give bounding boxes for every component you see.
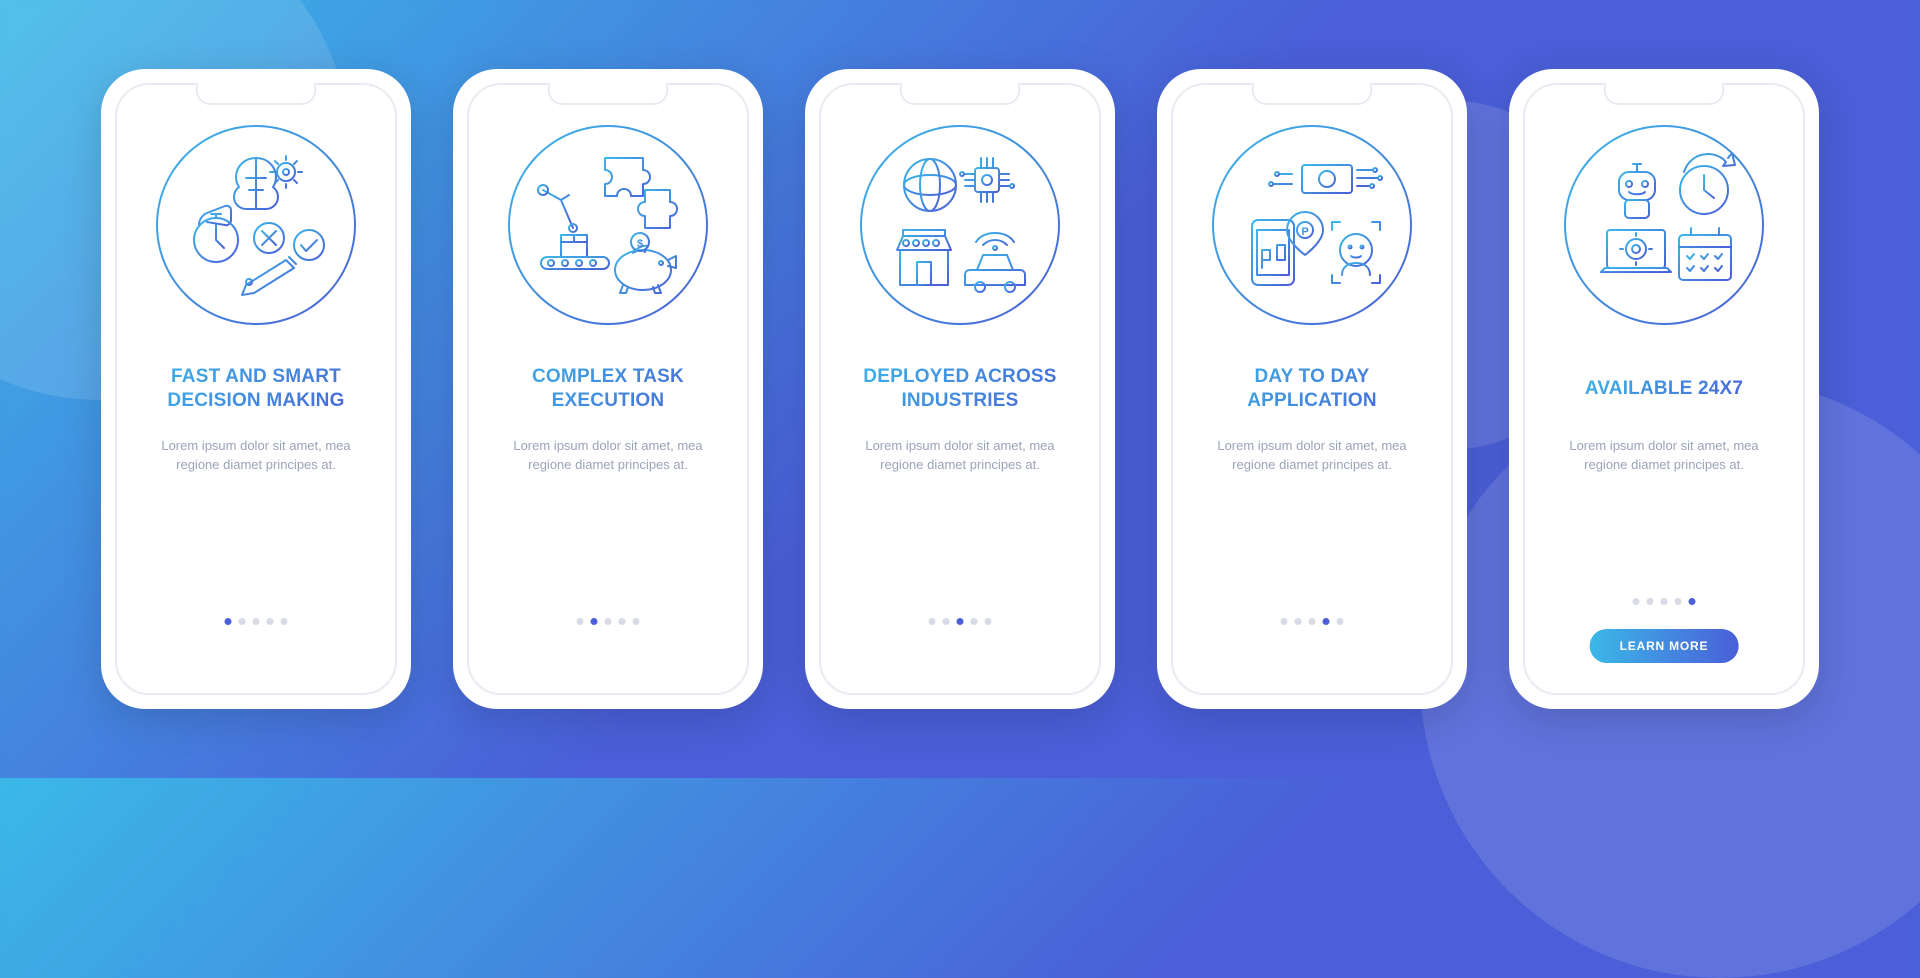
onboarding-title: DAY TO DAY APPLICATION: [1191, 365, 1433, 413]
pagination-dot[interactable]: [225, 618, 232, 625]
phone-notch: [1252, 83, 1372, 105]
pagination-dot[interactable]: [1309, 618, 1316, 625]
phone-frame: AVAILABLE 24X7 Lorem ipsum dolor sit ame…: [1509, 69, 1819, 709]
onboarding-title: COMPLEX TASK EXECUTION: [487, 365, 729, 413]
pagination-dot[interactable]: [605, 618, 612, 625]
onboarding-title: FAST AND SMART DECISION MAKING: [135, 365, 377, 413]
onboarding-title: AVAILABLE 24X7: [1585, 365, 1743, 413]
pagination-dot[interactable]: [619, 618, 626, 625]
phone-screen: P DAY TO DAY APPLICATION Lorem ipsum dol…: [1171, 83, 1453, 695]
pagination-dot[interactable]: [943, 618, 950, 625]
pagination-dot[interactable]: [633, 618, 640, 625]
svg-text:$: $: [637, 238, 643, 250]
pagination-dots: [1633, 598, 1696, 605]
phone-screen: $ COMPLEX TASK EXECUTION Lorem ipsum dol…: [467, 83, 749, 695]
pagination-dot[interactable]: [239, 618, 246, 625]
pagination-dot[interactable]: [971, 618, 978, 625]
svg-text:P: P: [1301, 226, 1308, 238]
onboarding-description: Lorem ipsum dolor sit amet, mea regione …: [1191, 437, 1433, 475]
pagination-dot[interactable]: [1661, 598, 1668, 605]
phone-screen: DEPLOYED ACROSS INDUSTRIES Lorem ipsum d…: [819, 83, 1101, 695]
phone-notch: [900, 83, 1020, 105]
phone-frame: FAST AND SMART DECISION MAKING Lorem ips…: [101, 69, 411, 709]
pagination-dot[interactable]: [281, 618, 288, 625]
pagination-dot[interactable]: [267, 618, 274, 625]
onboarding-illustration: $: [498, 115, 718, 335]
daily-application-icon: P: [1217, 130, 1407, 320]
pagination-dot[interactable]: [1633, 598, 1640, 605]
pagination-dots: [929, 618, 992, 625]
pagination-dots: [225, 618, 288, 625]
pagination-dots: [1281, 618, 1344, 625]
available-247-icon: [1569, 130, 1759, 320]
onboarding-description: Lorem ipsum dolor sit amet, mea regione …: [487, 437, 729, 475]
onboarding-title: DEPLOYED ACROSS INDUSTRIES: [839, 365, 1081, 413]
pagination-dot[interactable]: [577, 618, 584, 625]
pagination-dot[interactable]: [985, 618, 992, 625]
phones-container: FAST AND SMART DECISION MAKING Lorem ips…: [101, 69, 1819, 709]
phone-frame: $ COMPLEX TASK EXECUTION Lorem ipsum dol…: [453, 69, 763, 709]
onboarding-illustration: [1554, 115, 1774, 335]
onboarding-illustration: P: [1202, 115, 1422, 335]
phone-frame: P DAY TO DAY APPLICATION Lorem ipsum dol…: [1157, 69, 1467, 709]
learn-more-button[interactable]: LEARN MORE: [1590, 629, 1739, 663]
phone-notch: [196, 83, 316, 105]
pagination-dot[interactable]: [1647, 598, 1654, 605]
phone-notch: [548, 83, 668, 105]
phone-frame: DEPLOYED ACROSS INDUSTRIES Lorem ipsum d…: [805, 69, 1115, 709]
pagination-dot[interactable]: [1337, 618, 1344, 625]
pagination-dot[interactable]: [957, 618, 964, 625]
pagination-dot[interactable]: [1689, 598, 1696, 605]
onboarding-description: Lorem ipsum dolor sit amet, mea regione …: [135, 437, 377, 475]
phone-screen: AVAILABLE 24X7 Lorem ipsum dolor sit ame…: [1523, 83, 1805, 695]
phone-notch: [1604, 83, 1724, 105]
pagination-dot[interactable]: [929, 618, 936, 625]
onboarding-description: Lorem ipsum dolor sit amet, mea regione …: [1543, 437, 1785, 475]
decision-making-icon: [161, 130, 351, 320]
pagination-dot[interactable]: [1281, 618, 1288, 625]
pagination-dots: [577, 618, 640, 625]
phone-screen: FAST AND SMART DECISION MAKING Lorem ips…: [115, 83, 397, 695]
onboarding-illustration: [146, 115, 366, 335]
onboarding-description: Lorem ipsum dolor sit amet, mea regione …: [839, 437, 1081, 475]
pagination-dot[interactable]: [591, 618, 598, 625]
pagination-dot[interactable]: [1323, 618, 1330, 625]
pagination-dot[interactable]: [1675, 598, 1682, 605]
onboarding-illustration: [850, 115, 1070, 335]
industries-icon: [865, 130, 1055, 320]
task-execution-icon: $: [513, 130, 703, 320]
pagination-dot[interactable]: [1295, 618, 1302, 625]
pagination-dot[interactable]: [253, 618, 260, 625]
